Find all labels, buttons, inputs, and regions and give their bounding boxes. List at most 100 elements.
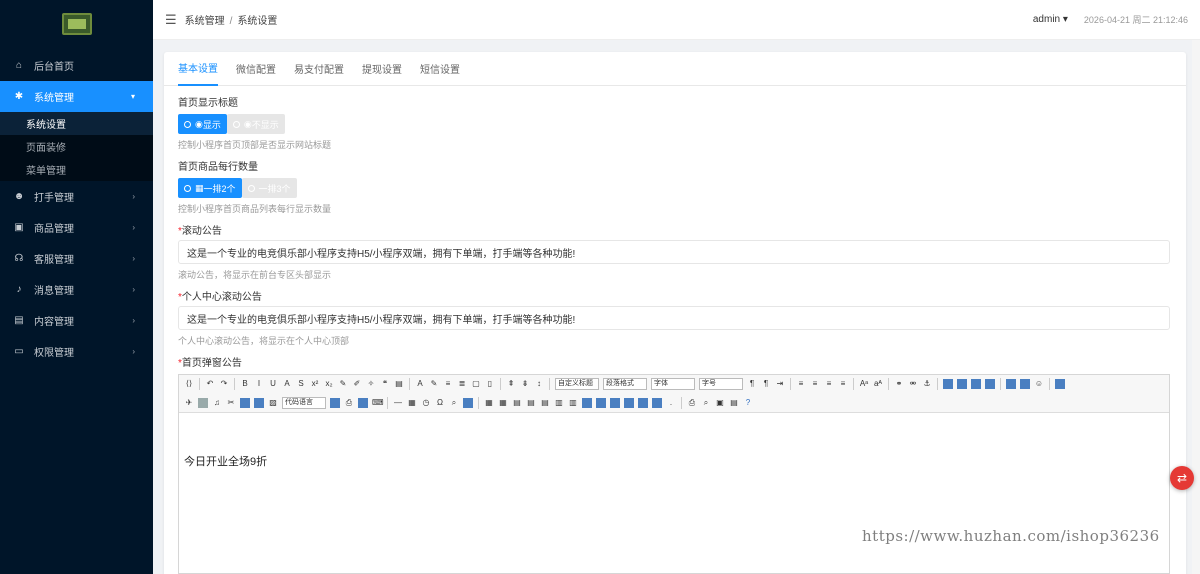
delete-table-icon[interactable]: ▦ bbox=[498, 398, 508, 408]
preview-icon[interactable] bbox=[463, 397, 473, 408]
insert-image-icon[interactable] bbox=[1020, 379, 1030, 389]
align-justify-icon[interactable]: ≡ bbox=[838, 379, 848, 389]
sidebar-item-messages[interactable]: ♪ 消息管理 › bbox=[0, 274, 153, 305]
delete-row-icon[interactable]: ▤ bbox=[540, 398, 550, 408]
bold-icon[interactable]: B bbox=[240, 379, 250, 389]
html-source-icon[interactable]: ⟨⟩ bbox=[184, 379, 194, 389]
subscript-icon[interactable]: x₂ bbox=[324, 379, 334, 389]
float-action-button[interactable]: ⇄ bbox=[1170, 466, 1194, 490]
tab-withdraw[interactable]: 提现设置 bbox=[362, 52, 402, 86]
option-two[interactable]: ▦ 一排2个 bbox=[178, 178, 242, 198]
clipboard-icon[interactable]: ▤ bbox=[729, 398, 739, 408]
line-height-icon[interactable]: ↕ bbox=[534, 379, 544, 389]
rtl-icon[interactable]: ¶ bbox=[761, 379, 771, 389]
insert-video-icon[interactable] bbox=[240, 397, 250, 408]
merge-right-icon[interactable] bbox=[596, 397, 606, 408]
zoom-icon[interactable]: ⌕ bbox=[701, 398, 711, 408]
superscript-icon[interactable]: x² bbox=[310, 379, 320, 389]
template-icon[interactable] bbox=[254, 397, 264, 408]
attachment-icon[interactable]: ✂ bbox=[226, 398, 236, 408]
logo[interactable] bbox=[0, 0, 153, 48]
row-spacing-bottom-icon[interactable]: ⇟ bbox=[520, 379, 530, 389]
image-center-icon[interactable] bbox=[985, 379, 995, 389]
row-spacing-top-icon[interactable]: ⇞ bbox=[506, 379, 516, 389]
align-center-icon[interactable]: ≡ bbox=[810, 379, 820, 389]
user-menu[interactable]: admin ▾ bbox=[1033, 14, 1068, 25]
menu-toggle-icon[interactable]: ☰ bbox=[165, 12, 177, 28]
tab-epay[interactable]: 易支付配置 bbox=[294, 52, 344, 86]
music-icon[interactable]: ♫ bbox=[212, 398, 222, 408]
indent-icon[interactable]: ⇥ bbox=[775, 379, 785, 389]
search-replace-icon[interactable]: ⌕ bbox=[449, 398, 459, 408]
sidebar-item-content[interactable]: ▤ 内容管理 › bbox=[0, 305, 153, 336]
sidebar-subitem-decor[interactable]: 页面装修 bbox=[0, 135, 153, 158]
tab-sms[interactable]: 短信设置 bbox=[420, 52, 460, 86]
scrawl-icon[interactable] bbox=[1055, 379, 1065, 389]
autotype-icon[interactable]: ✧ bbox=[366, 379, 376, 389]
code-language-select[interactable]: 代码语言 bbox=[282, 396, 326, 409]
format-brush-icon[interactable]: ✐ bbox=[352, 379, 362, 389]
merge-down-icon[interactable] bbox=[610, 397, 620, 408]
align-right-icon[interactable]: ≡ bbox=[824, 379, 834, 389]
split-cells-icon[interactable] bbox=[624, 397, 634, 408]
emotion-icon[interactable]: ☺ bbox=[1034, 379, 1044, 389]
page-break-icon[interactable] bbox=[330, 397, 340, 408]
insert-row-icon[interactable]: ▤ bbox=[526, 398, 536, 408]
insert-code-icon[interactable]: ⌨ bbox=[372, 398, 384, 408]
simple-upload-icon[interactable] bbox=[1006, 379, 1016, 389]
help-icon[interactable]: ? bbox=[743, 398, 753, 408]
italic-icon[interactable]: I bbox=[254, 379, 264, 389]
insert-table-icon[interactable]: ▦ bbox=[484, 398, 494, 408]
option-show[interactable]: ◉ 显示 bbox=[178, 114, 227, 134]
uppercase-icon[interactable]: Aᵃ bbox=[859, 379, 869, 389]
insert-col-icon[interactable]: ▥ bbox=[554, 398, 564, 408]
ordered-list-icon[interactable]: ≡ bbox=[443, 379, 453, 389]
special-chars-icon[interactable]: Ω bbox=[435, 398, 445, 408]
tab-basic[interactable]: 基本设置 bbox=[178, 52, 218, 86]
eraser-icon[interactable]: ✎ bbox=[338, 379, 348, 389]
split-rows-icon[interactable] bbox=[638, 397, 648, 408]
editor-content[interactable]: 今日开业全场9折 bbox=[179, 413, 1169, 509]
chart-icon[interactable]: . bbox=[666, 398, 676, 408]
merge-cells-icon[interactable] bbox=[582, 397, 592, 408]
split-cols-icon[interactable] bbox=[652, 397, 662, 408]
custom-title-select[interactable]: 自定义标题 bbox=[555, 378, 599, 390]
font-size-select[interactable]: 字号 bbox=[699, 378, 743, 390]
sidebar-subitem-settings[interactable]: 系统设置 bbox=[0, 112, 153, 135]
background-icon[interactable]: ▨ bbox=[268, 398, 278, 408]
underline-icon[interactable]: U bbox=[268, 379, 278, 389]
unlink-icon[interactable]: ⚮ bbox=[908, 379, 918, 389]
paste-plain-icon[interactable]: ▤ bbox=[394, 379, 404, 389]
lowercase-icon[interactable]: aᴬ bbox=[873, 379, 883, 389]
quote-icon[interactable]: ❝ bbox=[380, 379, 390, 389]
sidebar-item-service[interactable]: ☊ 客服管理 › bbox=[0, 243, 153, 274]
font-border-icon[interactable]: A bbox=[282, 379, 292, 389]
undo-icon[interactable]: ↶ bbox=[205, 379, 215, 389]
redo-icon[interactable]: ↷ bbox=[219, 379, 229, 389]
option-hide[interactable]: ◉ 不显示 bbox=[226, 114, 285, 134]
option-three[interactable]: 一排3个 bbox=[241, 178, 297, 198]
time-icon[interactable]: ◷ bbox=[421, 398, 431, 408]
ltr-icon[interactable]: ¶ bbox=[747, 379, 757, 389]
drafts-icon[interactable]: ▣ bbox=[715, 398, 725, 408]
image-left-icon[interactable] bbox=[957, 379, 967, 389]
anchor-icon[interactable]: ⚓ bbox=[922, 379, 932, 389]
print-icon[interactable]: ⎙ bbox=[687, 398, 697, 408]
horizontal-rule-icon[interactable]: — bbox=[393, 398, 403, 408]
font-family-select[interactable]: 字体 bbox=[651, 378, 695, 390]
sidebar-item-home[interactable]: ⌂ 后台首页 bbox=[0, 50, 153, 81]
link-icon[interactable]: ⚭ bbox=[894, 379, 904, 389]
highlight-icon[interactable]: ✎ bbox=[429, 379, 439, 389]
paragraph-select[interactable]: 段落格式 bbox=[603, 378, 647, 390]
unordered-list-icon[interactable]: ≣ bbox=[457, 379, 467, 389]
sidebar-item-players[interactable]: ☻ 打手管理 › bbox=[0, 181, 153, 212]
date-icon[interactable]: ▦ bbox=[407, 398, 417, 408]
sidebar-subitem-menu[interactable]: 菜单管理 bbox=[0, 158, 153, 181]
personal-notice-input[interactable]: 这是一个专业的电竞俱乐部小程序支持H5/小程序双端，拥有下单端，打手端等各种功能… bbox=[178, 306, 1170, 330]
map-icon[interactable]: ✈ bbox=[184, 398, 194, 408]
snapscreen-icon[interactable]: ⎙ bbox=[344, 398, 354, 408]
page-scrollbar[interactable] bbox=[1192, 40, 1200, 574]
align-left-icon[interactable]: ≡ bbox=[796, 379, 806, 389]
image-none-icon[interactable] bbox=[943, 379, 953, 389]
select-all-icon[interactable]: ▢ bbox=[471, 379, 481, 389]
